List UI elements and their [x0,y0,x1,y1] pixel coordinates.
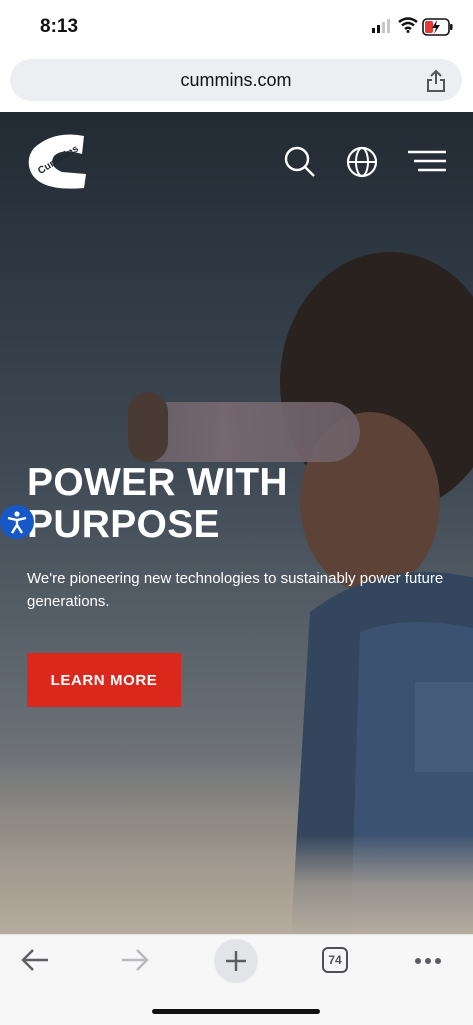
hero-title: POWER WITH PURPOSE [27,461,288,546]
forward-arrow-icon[interactable] [120,947,150,973]
status-bar: 8:13 [0,0,473,56]
hero-beach-shape [0,834,473,934]
back-arrow-icon[interactable] [20,947,50,973]
accessibility-icon [7,511,27,534]
cellular-signal-icon [372,19,390,33]
hero-subtitle: We're pioneering new technologies to sus… [27,570,444,610]
more-dots-icon[interactable] [414,957,442,965]
accessibility-button[interactable] [0,505,34,539]
hamburger-menu-icon[interactable] [408,150,446,172]
home-indicator [152,1009,320,1014]
hero-hand-shape [128,392,168,462]
learn-more-button[interactable]: LEARN MORE [27,653,181,707]
globe-icon[interactable] [346,146,378,178]
battery-charging-icon [422,18,453,36]
address-bar[interactable]: cummins.com [10,59,462,101]
share-icon[interactable] [426,69,446,93]
hero-section: Cummins POWER WITH PURPOSE We're pioneer… [0,112,473,934]
new-tab-button[interactable] [214,939,258,983]
cummins-logo[interactable]: Cummins [26,130,90,190]
search-icon[interactable] [284,146,316,178]
clock: 8:13 [40,16,79,37]
url-text: cummins.com [180,70,292,90]
wifi-icon [398,17,418,33]
tabs-counter-icon[interactable]: 74 [322,947,348,973]
new-tab-plus-icon [226,951,246,971]
